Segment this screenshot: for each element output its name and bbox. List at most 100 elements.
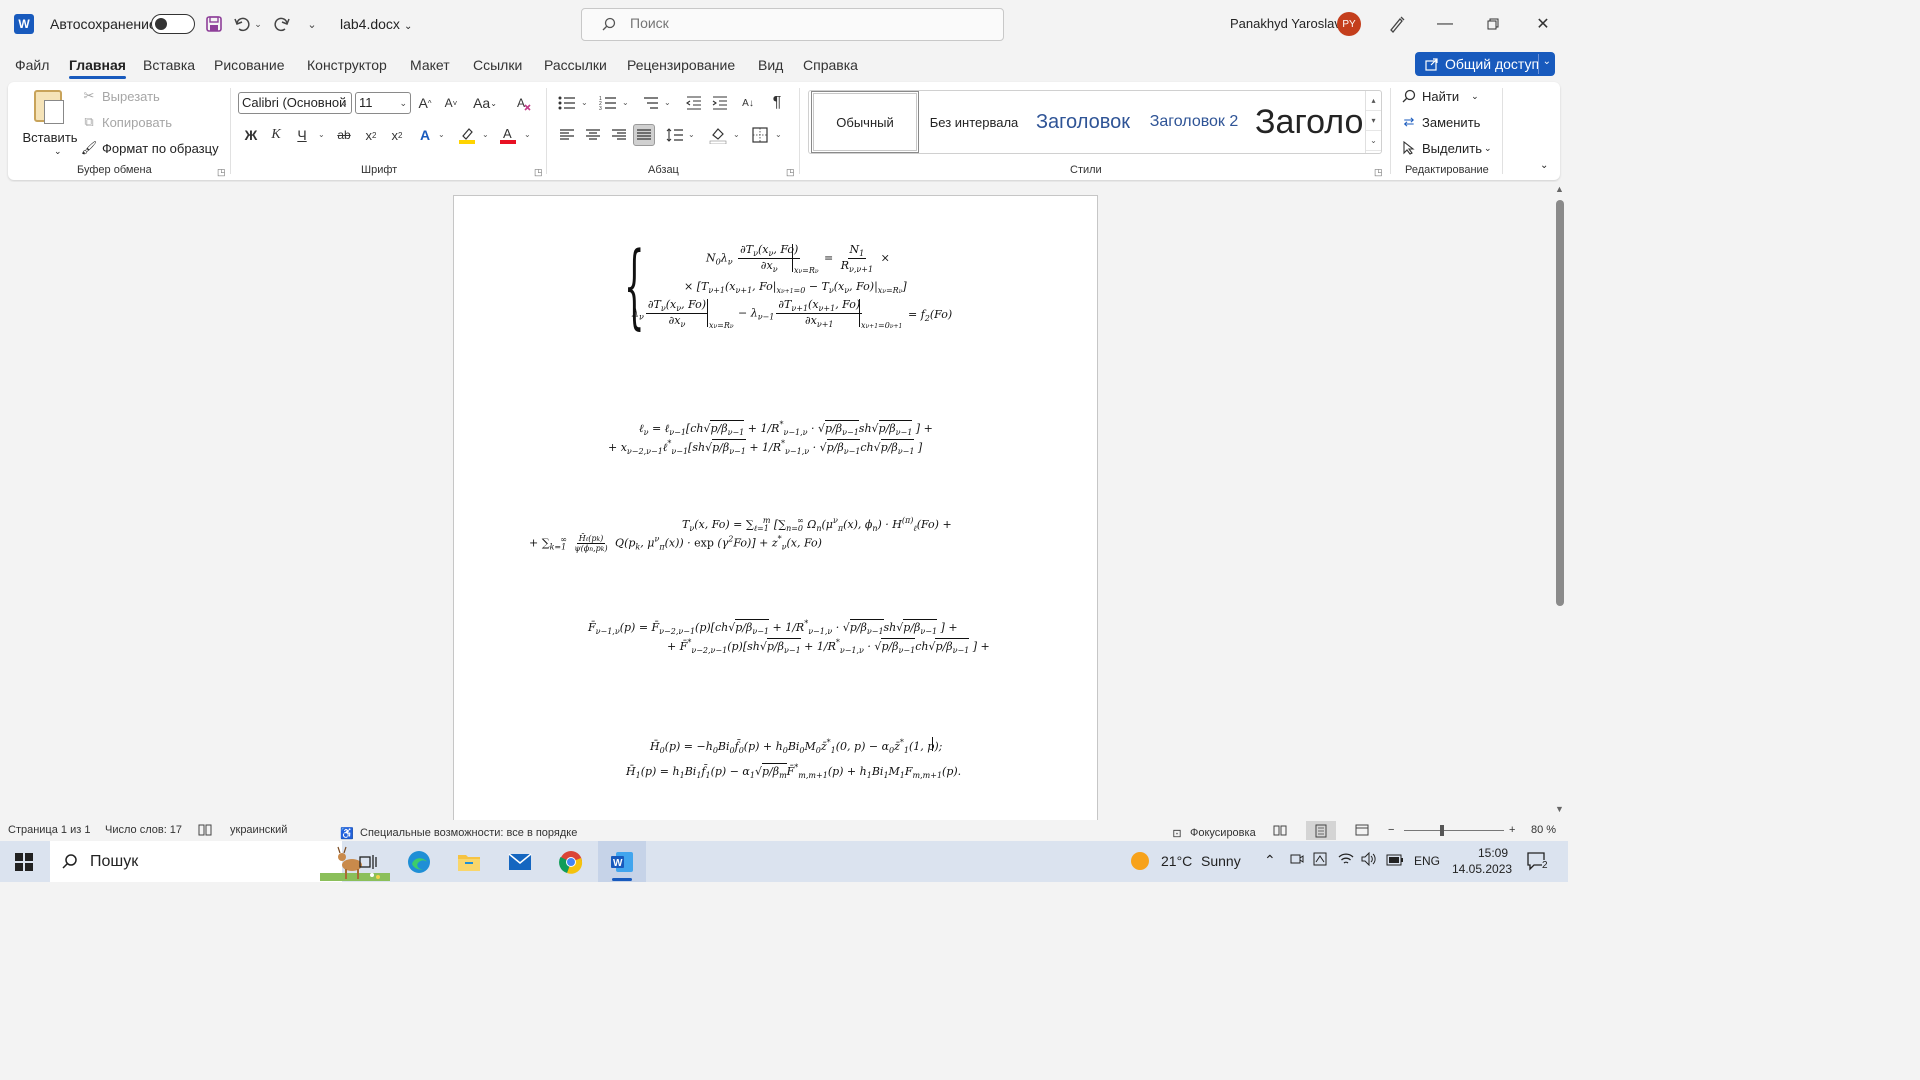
line-spacing-icon[interactable] xyxy=(664,124,686,146)
collapse-ribbon-icon[interactable]: ⌄ xyxy=(1540,160,1548,171)
shading-icon[interactable] xyxy=(707,124,729,146)
document-page[interactable]: { N0λν ∂Tν(xν, Fo) ∂xν xν=Rν = N1 Rν,ν+1 ×… xyxy=(453,195,1098,820)
replace-button[interactable]: ⇄ Заменить xyxy=(1400,113,1481,131)
style-normal[interactable]: Обычный xyxy=(811,91,919,153)
style-no-spacing[interactable]: Без интервала xyxy=(921,91,1027,153)
numbering-icon[interactable]: 123 xyxy=(597,92,619,114)
word-taskbar-icon[interactable]: W xyxy=(598,841,646,882)
chevron-down-icon[interactable]: ⌄ xyxy=(688,130,695,139)
autosave-toggle[interactable] xyxy=(151,14,195,34)
bullets-icon[interactable] xyxy=(556,92,578,114)
paragraph-launcher-icon[interactable]: ◳ xyxy=(786,167,795,178)
task-view-icon[interactable] xyxy=(344,841,392,882)
tab-design[interactable]: Конструктор xyxy=(307,57,387,73)
volume-icon[interactable] xyxy=(1361,851,1377,869)
chevron-down-icon[interactable]: ⌄ xyxy=(524,130,531,139)
tab-home[interactable]: Главная xyxy=(69,57,126,79)
zoom-slider-track[interactable] xyxy=(1404,830,1504,831)
close-button[interactable]: ✕ xyxy=(1520,0,1566,48)
input-language[interactable]: ENG xyxy=(1414,854,1440,868)
read-mode-icon[interactable] xyxy=(1273,824,1287,836)
chevron-down-icon[interactable]: ⌄ xyxy=(775,130,782,139)
scroll-down-icon[interactable]: ▾ xyxy=(1366,111,1381,131)
strikethrough-button[interactable]: ab xyxy=(333,124,355,146)
tab-insert[interactable]: Вставка xyxy=(143,57,195,73)
chevron-down-icon[interactable]: ⌄ xyxy=(318,130,325,139)
zoom-slider-thumb[interactable] xyxy=(1440,825,1444,836)
underline-button[interactable]: Ч xyxy=(291,124,313,146)
change-case-icon[interactable]: Aa ⌄ xyxy=(470,92,500,114)
file-explorer-icon[interactable] xyxy=(445,841,493,882)
highlight-color-icon[interactable] xyxy=(456,124,478,146)
chevron-down-icon[interactable]: ⌄ xyxy=(622,98,629,107)
designer-pen-icon[interactable] xyxy=(1387,14,1407,34)
align-left-icon[interactable] xyxy=(556,124,578,146)
mail-icon[interactable] xyxy=(496,841,544,882)
chevron-down-icon[interactable]: ⌄ xyxy=(581,98,588,107)
tab-references[interactable]: Ссылки xyxy=(473,57,522,73)
tray-app-icon[interactable] xyxy=(1313,852,1327,869)
grow-font-icon[interactable]: A ^ xyxy=(414,92,436,114)
align-center-icon[interactable] xyxy=(582,124,604,146)
copy-button[interactable]: ⧉ Копировать xyxy=(80,113,172,131)
styles-launcher-icon[interactable]: ◳ xyxy=(1374,167,1383,178)
justify-icon[interactable] xyxy=(633,124,655,146)
tab-mailings[interactable]: Рассылки xyxy=(544,57,607,73)
battery-icon[interactable] xyxy=(1386,853,1404,869)
word-app-icon[interactable]: W xyxy=(14,14,34,34)
start-button[interactable] xyxy=(0,841,48,882)
edge-icon[interactable] xyxy=(395,841,443,882)
avatar[interactable]: PY xyxy=(1337,12,1361,36)
tab-help[interactable]: Справка xyxy=(803,57,858,73)
chevron-down-icon[interactable]: ⌄ xyxy=(664,98,671,107)
meet-icon[interactable] xyxy=(1290,852,1304,869)
restore-button[interactable] xyxy=(1470,0,1516,48)
proofing-icon[interactable] xyxy=(198,824,212,836)
accessibility-status[interactable]: ♿ Специальные возможности: все в порядке xyxy=(338,824,577,842)
search-box[interactable] xyxy=(581,8,1004,41)
chevron-down-icon[interactable]: ⌄ xyxy=(482,130,489,139)
chevron-down-icon[interactable]: ⌄ xyxy=(733,130,740,139)
web-layout-icon[interactable] xyxy=(1355,824,1369,836)
cut-button[interactable]: ✂ Вырезать xyxy=(80,87,160,105)
decrease-indent-icon[interactable] xyxy=(683,92,705,114)
share-button[interactable]: Общий доступ ⌄ xyxy=(1415,52,1555,76)
undo-dropdown-icon[interactable]: ⌄ xyxy=(252,14,264,34)
chevron-down-icon[interactable]: ⌄ xyxy=(54,146,62,157)
bold-button[interactable]: Ж xyxy=(240,124,262,146)
font-launcher-icon[interactable]: ◳ xyxy=(534,167,543,178)
shrink-font-icon[interactable]: A ˅ xyxy=(440,92,462,114)
vertical-scrollbar[interactable]: ▲ ▼ xyxy=(1552,182,1568,820)
align-right-icon[interactable] xyxy=(608,124,630,146)
superscript-button[interactable]: x2 xyxy=(386,124,408,146)
word-count[interactable]: Число слов: 17 xyxy=(105,824,182,836)
undo-icon[interactable] xyxy=(232,14,252,34)
clipboard-launcher-icon[interactable]: ◳ xyxy=(217,167,226,178)
font-color-icon[interactable]: A xyxy=(497,124,519,146)
redo-icon[interactable] xyxy=(272,14,292,34)
weather-text[interactable]: Sunny xyxy=(1201,853,1241,869)
chevron-down-icon[interactable]: ⌄ xyxy=(1543,56,1551,67)
save-icon[interactable] xyxy=(204,14,224,34)
find-button[interactable]: Найти ⌄ xyxy=(1400,87,1479,105)
style-heading-1[interactable]: Заголовок xyxy=(1029,91,1137,153)
sort-icon[interactable]: A↓ xyxy=(737,92,759,114)
tab-file[interactable]: Файл xyxy=(15,57,49,73)
tab-draw[interactable]: Рисование xyxy=(214,57,285,73)
style-title[interactable]: Заголовок xyxy=(1251,91,1363,153)
minimize-button[interactable]: — xyxy=(1422,0,1468,48)
weather-temp[interactable]: 21°C xyxy=(1161,853,1192,869)
tab-review[interactable]: Рецензирование xyxy=(627,57,735,73)
scroll-up-icon[interactable]: ▲ xyxy=(1555,184,1564,194)
chrome-icon[interactable] xyxy=(547,841,595,882)
scrollbar-thumb[interactable] xyxy=(1556,200,1564,606)
scroll-up-icon[interactable]: ▴ xyxy=(1366,91,1381,111)
zoom-out-icon[interactable]: − xyxy=(1388,824,1394,836)
format-painter-button[interactable]: 🖌 Формат по образцу xyxy=(80,139,219,157)
font-name-dropdown[interactable]: Calibri (Основной ⌄ xyxy=(238,92,352,114)
wifi-icon[interactable] xyxy=(1338,852,1354,869)
focus-mode-button[interactable]: ⊡ Фокусировка xyxy=(1168,824,1255,842)
increase-indent-icon[interactable] xyxy=(709,92,731,114)
weather-sun-icon[interactable] xyxy=(1130,851,1150,874)
tab-view[interactable]: Вид xyxy=(758,57,783,73)
